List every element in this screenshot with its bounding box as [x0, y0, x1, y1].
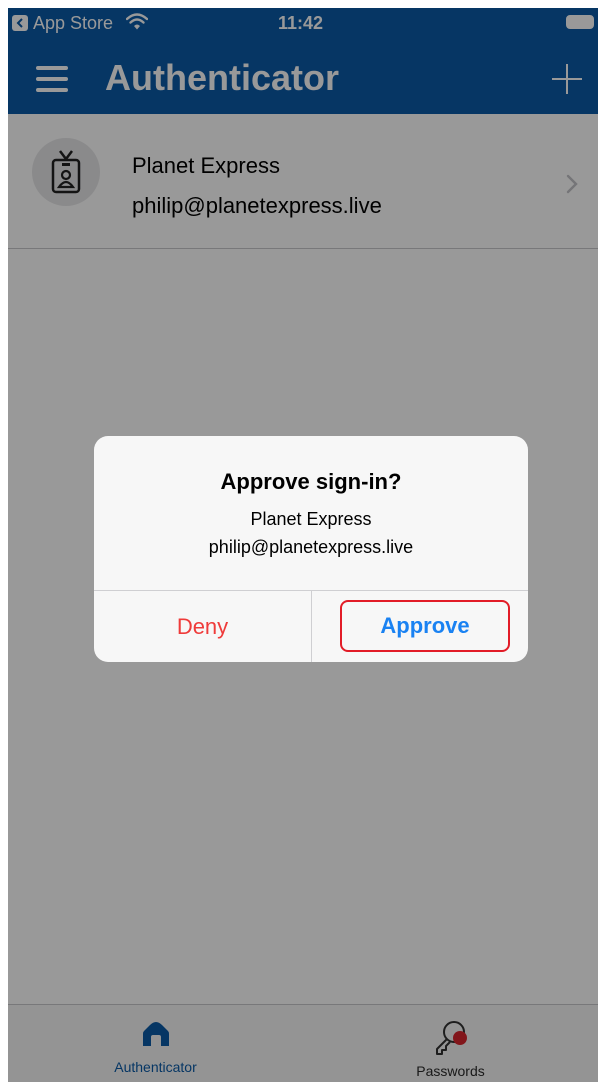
dialog-button-divider [311, 591, 312, 662]
deny-button[interactable]: Deny [94, 591, 311, 662]
approve-button[interactable]: Approve [340, 600, 510, 652]
app-screen: App Store 11:42 Authenticator Planet Exp… [8, 8, 598, 1082]
dialog-title: Approve sign-in? [220, 469, 402, 494]
approve-sign-in-dialog: Approve sign-in? Planet Express philip@p… [94, 436, 528, 662]
dialog-account-email: philip@planetexpress.live [208, 537, 414, 557]
dialog-account-name: Planet Express [250, 509, 372, 529]
